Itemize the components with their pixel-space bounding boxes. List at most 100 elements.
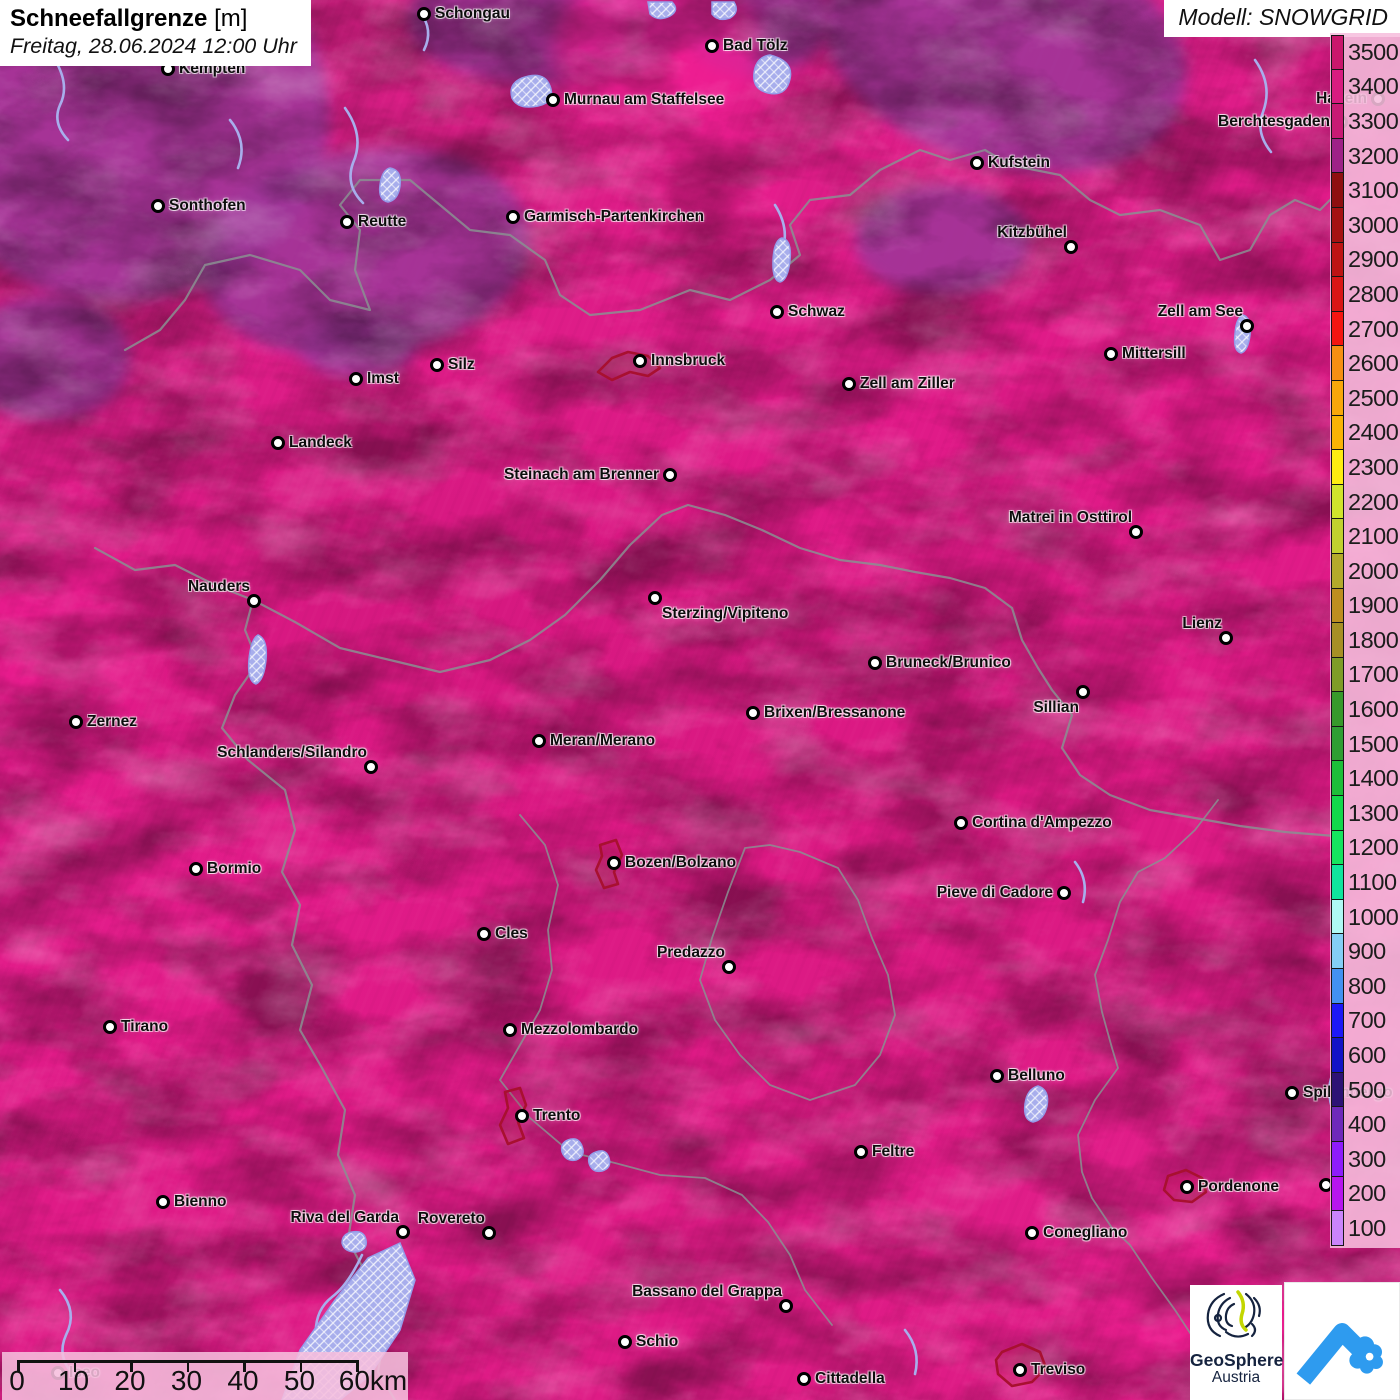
- legend-row: 400: [1331, 1107, 1400, 1142]
- city-label: Zell am See: [1157, 303, 1243, 320]
- city-label: Belluno: [1008, 1067, 1065, 1084]
- city-dot: [515, 1109, 529, 1123]
- legend-color-block: [1331, 1072, 1344, 1108]
- legend-row: 600: [1331, 1038, 1400, 1073]
- legend-color-block: [1331, 138, 1344, 174]
- city-dot: [503, 1023, 517, 1037]
- legend-color-block: [1331, 1176, 1344, 1212]
- city-label: Lienz: [1182, 615, 1222, 632]
- city-label: Treviso: [1031, 1361, 1086, 1378]
- legend-row: 1500: [1331, 726, 1400, 762]
- legend-color-block: [1331, 692, 1344, 727]
- city-label: Schwaz: [788, 303, 845, 320]
- legend-row: 2700: [1331, 311, 1400, 347]
- legend-value-label: 2600: [1348, 350, 1399, 377]
- legend-value-label: 1600: [1348, 696, 1399, 723]
- city-dot: [1285, 1086, 1299, 1100]
- geosphere-name: GeoSphere: [1190, 1350, 1284, 1370]
- city-dot: [482, 1226, 496, 1240]
- legend-value-label: 2000: [1348, 557, 1399, 584]
- city-dot: [396, 1225, 410, 1239]
- legend-value-label: 1400: [1348, 765, 1399, 792]
- city-label: Zell am Ziller: [860, 375, 955, 392]
- city-dot: [1180, 1180, 1194, 1194]
- legend-value-label: 100: [1348, 1214, 1386, 1241]
- scale-label: 20: [114, 1365, 146, 1396]
- legend-row: 1700: [1331, 657, 1400, 693]
- legend-value-label: 800: [1348, 972, 1386, 999]
- city-dot: [349, 372, 363, 386]
- legend-value-label: 3000: [1348, 211, 1399, 238]
- legend-row: 300: [1331, 1142, 1400, 1177]
- legend-value-label: 2200: [1348, 488, 1399, 515]
- city-label: Meran/Merano: [550, 732, 656, 749]
- legend-row: 2200: [1331, 484, 1400, 520]
- geosphere-swirl-icon: [1206, 1290, 1261, 1338]
- legend-color-block: [1331, 519, 1344, 554]
- city-dot: [1076, 685, 1090, 699]
- legend-color-block: [1331, 1003, 1344, 1039]
- title-box: Schneefallgrenze [m] Freitag, 28.06.2024…: [0, 0, 311, 66]
- city-label: Bassano del Grappa: [632, 1283, 782, 1300]
- city-label: Kitzbühel: [997, 224, 1067, 241]
- legend-color-block: [1331, 796, 1344, 831]
- legend-row: 2300: [1331, 450, 1400, 485]
- city-label: Brixen/Bressanone: [764, 704, 906, 721]
- legend-value-label: 400: [1348, 1111, 1386, 1138]
- city-dot: [868, 656, 882, 670]
- city-label: Berchtesgaden: [1218, 113, 1330, 130]
- city-dot: [1104, 347, 1118, 361]
- city-dot: [1219, 631, 1233, 645]
- legend-value-label: 1800: [1348, 626, 1399, 653]
- legend-value-label: 3400: [1348, 73, 1399, 100]
- scale-label: 0: [9, 1365, 25, 1396]
- avalanche-logo: [1284, 1282, 1400, 1400]
- legend-row: 900: [1331, 934, 1400, 970]
- city-label: Innsbruck: [651, 352, 726, 369]
- city-dot: [430, 358, 444, 372]
- legend-value-label: 3200: [1348, 142, 1399, 169]
- legend-value-label: 1100: [1348, 869, 1397, 896]
- city-label: Bruneck/Brunico: [886, 654, 1011, 671]
- legend-value-label: 2700: [1348, 315, 1399, 342]
- city-dot: [648, 591, 662, 605]
- city-label: Feltre: [872, 1143, 915, 1160]
- city-dot: [954, 816, 968, 830]
- city-dot: [770, 305, 784, 319]
- city-dot: [842, 377, 856, 391]
- legend-rows: 3500 3400 3300 3200 3100 3000 2900 2800 2700 2600…: [1331, 35, 1400, 1246]
- legend-row: 3300: [1331, 104, 1400, 139]
- legend-color-block: [1331, 311, 1344, 347]
- scale-label: 50: [283, 1365, 316, 1396]
- legend-color-block: [1331, 934, 1344, 970]
- city-label: Pordenone: [1198, 1178, 1279, 1195]
- legend-row: 700: [1331, 1003, 1400, 1039]
- legend-color-block: [1331, 484, 1344, 520]
- legend-color-block: [1331, 35, 1344, 70]
- city-label: Rovereto: [417, 1210, 485, 1227]
- legend-color-block: [1331, 450, 1344, 485]
- city-dot: [705, 39, 719, 53]
- city-dot: [1129, 525, 1143, 539]
- legend-row: 2500: [1331, 380, 1400, 416]
- legend-row: 200: [1331, 1176, 1400, 1212]
- legend-row: 2100: [1331, 519, 1400, 554]
- city-label: Schio: [636, 1333, 679, 1350]
- legend-row: 3200: [1331, 138, 1400, 174]
- city-label: Zernez: [87, 713, 137, 730]
- legend-color-block: [1331, 380, 1344, 416]
- weather-map: Schongau Bad Tölz Kempten Murnau am Staffel…: [0, 0, 1400, 1400]
- city-label: Predazzo: [656, 944, 725, 961]
- city-dot: [1025, 1226, 1039, 1240]
- scale-bar: 0 10 20 30 40 50 60km: [2, 1352, 408, 1400]
- city-dot: [990, 1069, 1004, 1083]
- city-label: Kufstein: [988, 154, 1050, 171]
- legend-row: 1400: [1331, 761, 1400, 797]
- geosphere-logo: GeoSphere Austria: [1190, 1285, 1284, 1400]
- city-dot: [1013, 1363, 1027, 1377]
- legend-value-label: 1300: [1348, 799, 1399, 826]
- city-label: Conegliano: [1043, 1224, 1128, 1241]
- city-label: Sonthofen: [169, 197, 246, 214]
- city-label: Pieve di Cadore: [936, 884, 1053, 901]
- legend-color-block: [1331, 830, 1344, 866]
